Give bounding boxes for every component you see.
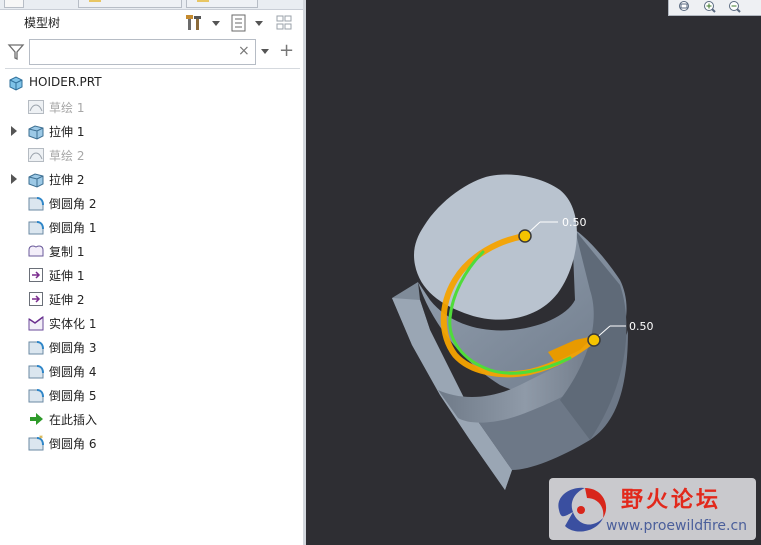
- folder-icon: [89, 0, 101, 2]
- part-icon: [7, 74, 25, 92]
- clear-search-icon[interactable]: ×: [238, 43, 250, 59]
- tree-item[interactable]: 复制 1: [0, 239, 302, 263]
- tree-item-label: 倒圆角 3: [49, 341, 97, 355]
- sketch-icon: [27, 98, 45, 116]
- tree-item-label: 复制 1: [49, 245, 85, 259]
- round-icon: [27, 338, 45, 356]
- tab-model-tree[interactable]: [4, 0, 24, 8]
- round-icon: [27, 386, 45, 404]
- solidify-icon: [27, 314, 45, 332]
- tree-item-label: 拉伸 2: [49, 173, 85, 187]
- tree-item-label: 倒圆角 6: [49, 437, 97, 451]
- tree-filter-grid-icon[interactable]: [274, 13, 296, 33]
- tree-item-label: 实体化 1: [49, 317, 97, 331]
- tree-item-label: 在此插入: [49, 413, 98, 427]
- tree-item[interactable]: 拉伸 1: [0, 119, 302, 143]
- tree-item[interactable]: 延伸 1: [0, 263, 302, 287]
- add-filter-icon[interactable]: +: [279, 40, 294, 61]
- tree-item-label: 倒圆角 5: [49, 389, 97, 403]
- radius-dimension-2[interactable]: 0.50: [629, 320, 654, 333]
- tree-item[interactable]: 倒圆角 5: [0, 383, 302, 407]
- tree-root-item[interactable]: HOIDER.PRT: [0, 71, 302, 95]
- radius-drag-handle-1[interactable]: [518, 229, 532, 243]
- insert-here-arrow-icon: [27, 410, 45, 428]
- tree-item[interactable]: 倒圆角 2: [0, 191, 302, 215]
- watermark-title: 野火论坛: [621, 488, 722, 513]
- watermark-url: www.proewildfire.cn: [606, 518, 748, 534]
- tree-header: 模型树: [0, 9, 305, 37]
- tab-folder-browser[interactable]: [78, 0, 182, 8]
- settings-dropdown-icon[interactable]: [212, 21, 220, 26]
- round-icon: [27, 194, 45, 212]
- tree-item[interactable]: 草绘 1: [0, 95, 302, 119]
- tree-item-label: 草绘 1: [49, 101, 85, 115]
- search-row: × +: [0, 37, 305, 67]
- tree-item[interactable]: 倒圆角 3: [0, 335, 302, 359]
- radius-drag-handle-2[interactable]: [587, 333, 601, 347]
- expand-arrow-icon[interactable]: [11, 126, 17, 136]
- header-divider: [5, 68, 300, 69]
- zoom-out-icon[interactable]: [725, 0, 745, 14]
- extend-icon: [27, 266, 45, 284]
- tree-item[interactable]: 倒圆角 1: [0, 215, 302, 239]
- expand-arrow-icon[interactable]: [11, 174, 17, 184]
- tree-item[interactable]: 在此插入: [0, 407, 302, 431]
- round-active-icon: *: [27, 434, 45, 452]
- refit-icon[interactable]: [675, 0, 695, 14]
- tree-item-label: HOIDER.PRT: [29, 75, 102, 89]
- tree-item[interactable]: 草绘 2: [0, 143, 302, 167]
- tab-favorites[interactable]: [186, 0, 258, 8]
- tree-item-label: 拉伸 1: [49, 125, 85, 139]
- model-tree: HOIDER.PRT 草绘 1 拉伸 1 草绘 2 拉伸 2 倒圆角 2 倒圆角 1 复制 1…: [0, 71, 302, 455]
- search-input[interactable]: [29, 39, 256, 65]
- search-dropdown-icon[interactable]: [261, 49, 269, 54]
- tree-item-label: 倒圆角 4: [49, 365, 97, 379]
- tree-item[interactable]: 延伸 2: [0, 287, 302, 311]
- forum-watermark: 野火论坛 www.proewildfire.cn: [549, 478, 756, 540]
- tree-item-label: 草绘 2: [49, 149, 85, 163]
- zoom-in-icon[interactable]: [700, 0, 720, 14]
- tree-item-label: 延伸 2: [49, 293, 85, 307]
- extrude-icon: [27, 122, 45, 140]
- round-icon: [27, 362, 45, 380]
- tree-item-label: 倒圆角 2: [49, 197, 97, 211]
- tree-item-label: 倒圆角 1: [49, 221, 97, 235]
- panel-title: 模型树: [24, 16, 61, 30]
- model-tree-panel: 模型树 × + HOIDER.PRT 草绘 1 拉伸 1 草绘 2 拉伸 2 倒…: [0, 0, 305, 545]
- settings-tools-icon[interactable]: [184, 13, 206, 33]
- model-view[interactable]: 0.50 0.50: [306, 0, 761, 545]
- tree-item[interactable]: 倒圆角 4: [0, 359, 302, 383]
- show-options-icon[interactable]: [228, 13, 250, 33]
- tree-item[interactable]: * 倒圆角 6: [0, 431, 302, 455]
- favorites-icon: [197, 0, 209, 2]
- tree-item[interactable]: 拉伸 2: [0, 167, 302, 191]
- copy-surface-icon: [27, 242, 45, 260]
- filter-funnel-icon[interactable]: [7, 43, 25, 61]
- extend-icon: [27, 290, 45, 308]
- tree-item-label: 延伸 1: [49, 269, 85, 283]
- show-dropdown-icon[interactable]: [255, 21, 263, 26]
- sketch-icon: [27, 146, 45, 164]
- view-toolbar: [668, 0, 761, 16]
- round-icon: [27, 218, 45, 236]
- tree-item[interactable]: 实体化 1: [0, 311, 302, 335]
- svg-text:*: *: [39, 434, 43, 443]
- graphics-viewport[interactable]: 0.50 0.50: [306, 0, 761, 545]
- extrude-icon: [27, 170, 45, 188]
- radius-dimension-1[interactable]: 0.50: [562, 216, 587, 229]
